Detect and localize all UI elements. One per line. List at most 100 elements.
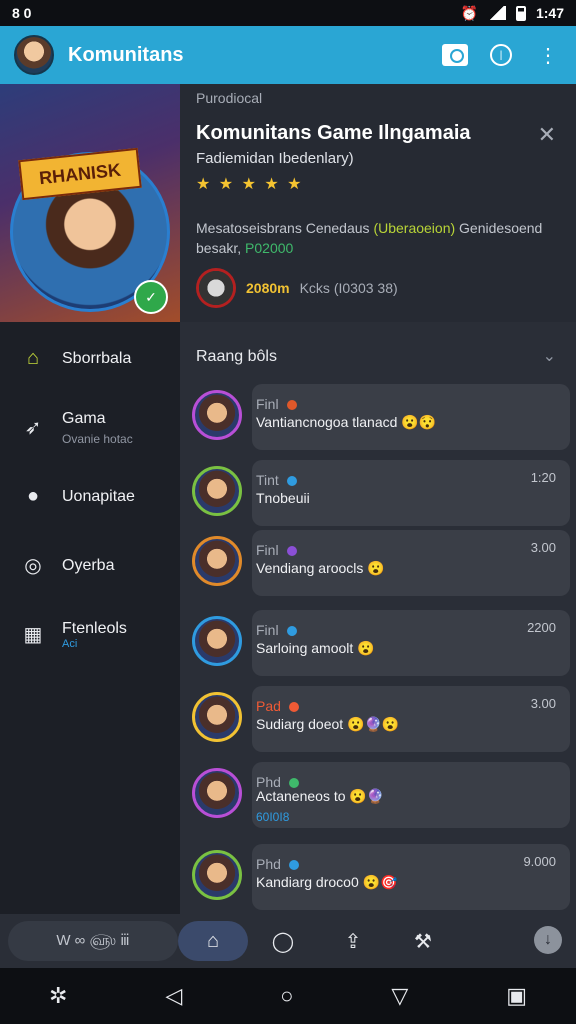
chat-bubble-icon: ● <box>26 485 40 507</box>
sender-name: Finl <box>256 396 279 412</box>
community-hero: RHANISK ✓ Purodiocal Komunitans Game Iln… <box>0 84 576 322</box>
clock-time: 1:47 <box>535 5 564 21</box>
message-time: 2200 <box>527 620 556 635</box>
message-item[interactable]: Pad Sudiarg doeot 😮🔮😮 3.00 <box>192 686 570 752</box>
sidebar-item-label: Gama <box>62 409 106 427</box>
message-item[interactable]: Finl Vantiancnogoa tlanacd 😮😯 <box>192 384 570 450</box>
message-text: Vendiang aroocls 😮 <box>256 560 385 576</box>
tools-icon[interactable]: ⚒ <box>388 921 458 961</box>
bottom-toolbar: W ∞ ௵ ⅲ ⌂ ◯ ⇪ ⚒ ↓ <box>0 914 576 968</box>
message-sender: Phd <box>256 856 299 872</box>
message-text: Tnobeuii <box>256 490 310 506</box>
camera-icon[interactable] <box>442 44 468 66</box>
game-art: RHANISK ✓ <box>0 84 180 322</box>
sidebar-item-home[interactable]: ⌂ Sborrbala <box>0 324 180 393</box>
message-time: 3.00 <box>530 540 556 555</box>
message-avatar[interactable] <box>192 850 242 900</box>
message-sender: Tint <box>256 472 297 488</box>
member-avatar <box>196 268 236 308</box>
message-avatar[interactable] <box>192 616 242 666</box>
message-text: Actaneneos to 😮🔮 <box>256 788 385 804</box>
message-text: Sudiarg doeot 😮🔮😮 <box>256 716 400 732</box>
message-item[interactable]: Finl Vendiang aroocls 😮 3.00 <box>192 530 570 596</box>
message-card[interactable]: Finl Sarloing amoolt 😮 2200 <box>252 610 570 676</box>
message-card[interactable]: Pad Sudiarg doeot 😮🔮😮 3.00 <box>252 686 570 752</box>
app-bar: Komunitans | ⋮ <box>0 26 576 84</box>
message-avatar[interactable] <box>192 692 242 742</box>
message-text: Kandiarg droco0 😮🎯 <box>256 874 398 890</box>
desc-highlight: (Uberaoeion) <box>373 220 456 236</box>
member-row[interactable]: 2080m Kcks (I0303 38) <box>196 268 398 308</box>
message-text: Vantiancnogoa tlanacd 😮😯 <box>256 414 437 430</box>
chat-room-panel: Raang bôls ⌄ Finl Vantiancnogoa tlanacd 😮… <box>180 322 576 914</box>
close-icon[interactable]: ✕ <box>538 122 556 148</box>
more-vert-icon[interactable]: ⋮ <box>534 41 562 69</box>
hero-info: Purodiocal Komunitans Game Ilngamaia ✕ F… <box>196 84 566 322</box>
sidebar-item-friends[interactable]: ▦ Ftenleols Aci <box>0 600 180 669</box>
back-icon[interactable]: ◁ <box>165 983 182 1009</box>
message-avatar[interactable] <box>192 390 242 440</box>
sidebar-item-label: Ftenleols <box>62 619 127 637</box>
message-sender: Pad <box>256 698 299 714</box>
sidebar-item-chat[interactable]: ● Uonapitae <box>0 462 180 531</box>
friends-icon: ▦ <box>23 624 43 646</box>
message-card[interactable]: Tint Tnobeuii 1:20 <box>252 460 570 526</box>
community-subtitle: Fadiemidan Ibedenlary) <box>196 150 354 167</box>
message-avatar[interactable] <box>192 466 242 516</box>
sender-name: Tint <box>256 472 279 488</box>
download-icon[interactable]: ↓ <box>534 926 562 954</box>
comment-icon[interactable]: ◯ <box>248 921 318 961</box>
accessibility-icon[interactable]: ✲ <box>49 983 67 1009</box>
message-avatar[interactable] <box>192 768 242 818</box>
sidebar: ⌂ Sborrbala ➶ Gama Ovanie hotac ● Uonapit… <box>0 322 180 914</box>
sidebar-item-sub: Ovanie hotac <box>62 431 133 446</box>
sender-name: Finl <box>256 622 279 638</box>
status-dot-icon <box>286 476 297 487</box>
alarm-icon: ⏰ <box>460 4 478 21</box>
status-dot-icon <box>286 546 297 557</box>
chevron-down-icon[interactable]: ⌄ <box>543 346 556 366</box>
status-left: 8 0 <box>12 5 32 21</box>
message-item[interactable]: Tint Tnobeuii 1:20 <box>192 460 570 526</box>
message-item[interactable]: Phd Kandiarg droco0 😮🎯 9.000 <box>192 844 570 910</box>
message-sender: Finl <box>256 396 297 412</box>
message-card[interactable]: Phd Kandiarg droco0 😮🎯 9.000 <box>252 844 570 910</box>
message-card[interactable]: Finl Vantiancnogoa tlanacd 😮😯 <box>252 384 570 450</box>
home-icon: ⌂ <box>26 347 40 369</box>
share-icon[interactable]: ⇪ <box>318 921 388 961</box>
user-circle-icon: ◎ <box>24 555 42 577</box>
message-card[interactable]: Phd Actaneneos to 😮🔮 60I0I8 <box>252 762 570 828</box>
sidebar-item-profile[interactable]: ◎ Oyerba <box>0 531 180 600</box>
timer-icon[interactable]: | <box>490 44 512 66</box>
sidebar-item-label: Sborrbala <box>62 349 132 367</box>
status-dot-icon <box>288 702 299 713</box>
sender-name: Finl <box>256 542 279 558</box>
message-sender: Finl <box>256 622 297 638</box>
quick-actions-pill[interactable]: W ∞ ௵ ⅲ <box>8 921 178 961</box>
message-card[interactable]: Finl Vendiang aroocls 😮 3.00 <box>252 530 570 596</box>
sidebar-item-label: Uonapitae <box>62 487 135 505</box>
recents-icon[interactable]: ▽ <box>391 983 408 1009</box>
rating-stars: ★ ★ ★ ★ ★ <box>196 176 304 193</box>
community-title: Komunitans Game Ilngamaia <box>196 122 471 144</box>
message-avatar[interactable] <box>192 536 242 586</box>
status-icons: ⏰ 1:47 <box>461 5 564 22</box>
member-count: 2080m <box>246 280 290 296</box>
app-title: Komunitans <box>68 43 184 66</box>
screenshot-icon[interactable]: ▣ <box>506 983 527 1009</box>
community-description: Mesatoseisbrans Cenedaus (Uberaoeion) Ge… <box>196 218 556 258</box>
message-text: Sarloing amoolt 😮 <box>256 640 375 656</box>
message-item[interactable]: Finl Sarloing amoolt 😮 2200 <box>192 610 570 676</box>
profile-avatar[interactable] <box>14 35 54 75</box>
sidebar-item-games[interactable]: ➶ Gama Ovanie hotac <box>0 393 180 462</box>
home-circle-icon[interactable]: ○ <box>280 983 293 1009</box>
game-icon: ➶ <box>24 417 42 439</box>
sidebar-item-label: Oyerba <box>62 556 115 574</box>
desc-price: P02000 <box>245 240 294 256</box>
signal-icon <box>487 6 506 20</box>
online-badge-icon: ✓ <box>134 280 168 314</box>
home-tab-icon[interactable]: ⌂ <box>178 921 248 961</box>
member-text: Kcks (I0303 38) <box>299 280 398 296</box>
message-item[interactable]: Phd Actaneneos to 😮🔮 60I0I8 <box>192 762 570 828</box>
hero-label: Purodiocal <box>196 90 263 106</box>
